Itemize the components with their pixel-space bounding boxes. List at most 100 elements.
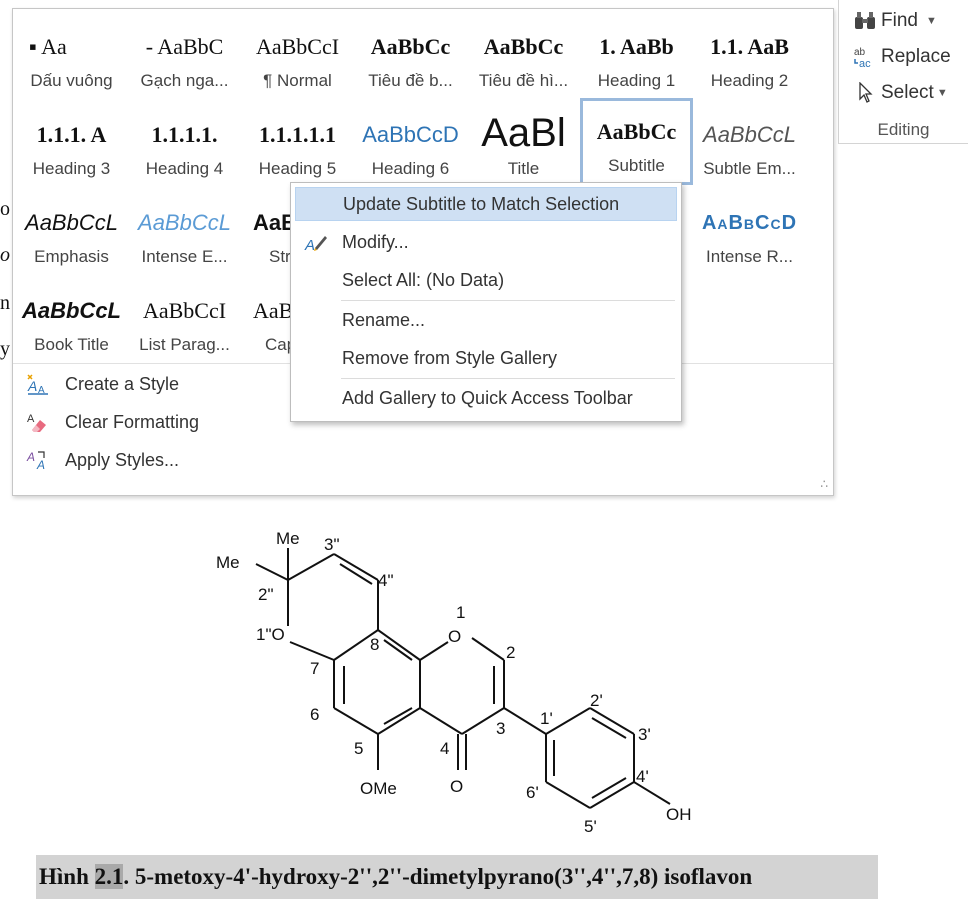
style-heading-5[interactable]: 1.1.1.1.1 Heading 5 bbox=[241, 101, 354, 188]
style-heading-2[interactable]: 1.1. AaB Heading 2 bbox=[693, 13, 806, 100]
menu-label: Select All: (No Data) bbox=[342, 269, 505, 290]
replace-button[interactable]: ab ac Replace bbox=[853, 42, 951, 72]
select-dropdown-icon[interactable]: ▼ bbox=[937, 87, 948, 99]
style-sample: 1.1. AaB bbox=[710, 34, 789, 59]
cursor-icon bbox=[853, 81, 877, 105]
select-button[interactable]: Select ▼ bbox=[853, 78, 948, 108]
apply-styles-command[interactable]: AA Apply Styles... bbox=[25, 445, 179, 475]
style-sample: - AaBbC bbox=[145, 34, 224, 59]
style-intense-emphasis[interactable]: AaBbCcL Intense E... bbox=[128, 189, 241, 276]
style-subtle-emphasis[interactable]: AaBbCcL Subtle Em... bbox=[693, 101, 806, 188]
doc-edge-text-2: o bbox=[0, 244, 10, 266]
label-1pp-oxygen: 1"O bbox=[256, 625, 285, 644]
menu-label: Rename... bbox=[342, 309, 426, 330]
style-heading-4[interactable]: 1.1.1.1. Heading 4 bbox=[128, 101, 241, 188]
style-name: ¶ Normal bbox=[263, 71, 332, 90]
label-3: 3 bbox=[496, 719, 505, 738]
style-sample: AaBbCc bbox=[596, 119, 677, 144]
find-button[interactable]: Find ▼ bbox=[853, 6, 937, 36]
menu-select-all[interactable]: Select All: (No Data) bbox=[295, 263, 677, 297]
label-4: 4 bbox=[440, 739, 449, 758]
style-title[interactable]: AaBl Title bbox=[467, 101, 580, 188]
style-name: Book Title bbox=[34, 335, 109, 354]
figure-caption[interactable]: Hình 2.1. 5-metoxy-4'-hydroxy-2'',2''-di… bbox=[36, 855, 878, 899]
svg-text:A: A bbox=[304, 237, 315, 254]
label-6: 6 bbox=[310, 705, 319, 724]
style-intense-reference[interactable]: AaBbCcD Intense R... bbox=[693, 189, 806, 276]
menu-label: Modify... bbox=[342, 231, 409, 252]
style-sample: 1.1.1. A bbox=[36, 122, 107, 147]
style-sample: AaBbCcD bbox=[701, 212, 798, 234]
create-style-command[interactable]: AA Create a Style bbox=[25, 369, 179, 399]
style-book-title[interactable]: AaBbCcL Book Title bbox=[15, 277, 128, 364]
style-name: Heading 3 bbox=[32, 159, 111, 178]
label-oh: OH bbox=[666, 805, 692, 824]
label-carbonyl-oxygen: O bbox=[450, 777, 463, 796]
style-name: List Parag... bbox=[139, 335, 230, 354]
style-gach-ngang[interactable]: - AaBbC Gạch nga... bbox=[128, 13, 241, 100]
clear-formatting-command[interactable]: A Clear Formatting bbox=[25, 407, 199, 437]
style-name: Heading 6 bbox=[371, 159, 450, 178]
style-name: Tiêu đề b... bbox=[368, 71, 453, 90]
menu-remove-from-gallery[interactable]: Remove from Style Gallery bbox=[295, 341, 677, 375]
style-heading-3[interactable]: 1.1.1. A Heading 3 bbox=[15, 101, 128, 188]
style-name: Heading 4 bbox=[145, 159, 224, 178]
style-sample: ▪ Aa bbox=[29, 34, 67, 59]
label-1: 1 bbox=[456, 603, 465, 622]
find-dropdown-icon[interactable]: ▼ bbox=[926, 15, 937, 27]
label-2pp: 2" bbox=[258, 585, 274, 604]
style-sample: AaBbCc bbox=[370, 34, 451, 59]
style-tieu-de-hinh[interactable]: AaBbCc Tiêu đề hì... bbox=[467, 13, 580, 100]
find-label: Find bbox=[881, 10, 918, 31]
style-subtitle[interactable]: AaBbCc Subtitle bbox=[580, 98, 693, 185]
menu-label: Add Gallery to Quick Access Toolbar bbox=[342, 387, 633, 408]
resize-grip-icon[interactable]: ∴ bbox=[820, 477, 828, 491]
style-name: Heading 5 bbox=[258, 159, 337, 178]
svg-text:ab: ab bbox=[854, 47, 866, 58]
menu-label: Remove from Style Gallery bbox=[342, 347, 558, 368]
style-list-paragraph[interactable]: AaBbCcI List Parag... bbox=[128, 277, 241, 364]
menu-rename[interactable]: Rename... bbox=[295, 303, 677, 337]
menu-label: Update Subtitle to Match Selection bbox=[343, 193, 620, 214]
label-oxygen-1: O bbox=[448, 627, 461, 646]
editing-group: Find ▼ ab ac Replace Select ▼ Editing bbox=[838, 0, 968, 144]
menu-add-gallery-to-qat[interactable]: Add Gallery to Quick Access Toolbar bbox=[295, 381, 677, 415]
label-6p: 6' bbox=[526, 783, 539, 802]
label-me-top: Me bbox=[276, 529, 300, 548]
style-name: Intense R... bbox=[706, 247, 793, 266]
style-sample: AaBbCcL bbox=[703, 122, 796, 147]
clear-formatting-label: Clear Formatting bbox=[65, 411, 200, 432]
style-heading-6[interactable]: AaBbCcD Heading 6 bbox=[354, 101, 467, 188]
editing-group-label: Editing bbox=[877, 120, 930, 139]
label-5: 5 bbox=[354, 739, 363, 758]
style-emphasis[interactable]: AaBbCcL Emphasis bbox=[15, 189, 128, 276]
style-heading-1[interactable]: 1. AaBb Heading 1 bbox=[580, 13, 693, 100]
modify-style-icon: A bbox=[303, 229, 329, 255]
menu-separator bbox=[341, 300, 675, 301]
svg-text:ac: ac bbox=[859, 58, 871, 69]
svg-text:A: A bbox=[27, 378, 37, 394]
style-sample: AaBbCcI bbox=[142, 298, 227, 323]
doc-edge-text-1: o bbox=[0, 198, 10, 220]
isoflavone-structure: Me Me 2" 3" 4" 1"O 8 O 1 2 7 6 5 4 3 O O… bbox=[216, 529, 692, 836]
style-sample: 1.1.1.1.1 bbox=[259, 122, 336, 147]
doc-edge-text-4: y bbox=[0, 338, 10, 360]
menu-modify[interactable]: A Modify... bbox=[295, 225, 677, 259]
style-name: Emphasis bbox=[34, 247, 109, 266]
replace-label: Replace bbox=[881, 46, 951, 67]
label-2p: 2' bbox=[590, 691, 603, 710]
style-sample: AaBbCcD bbox=[362, 122, 459, 147]
style-sample: AaBbCcL bbox=[138, 210, 231, 235]
caption-number: 2.1 bbox=[94, 864, 124, 889]
label-3p: 3' bbox=[638, 725, 651, 744]
label-2: 2 bbox=[506, 643, 515, 662]
style-sample: AaBbCc bbox=[483, 34, 564, 59]
label-1p: 1' bbox=[540, 709, 553, 728]
menu-separator bbox=[341, 378, 675, 379]
style-dau-vuong[interactable]: ▪ Aa Dấu vuông bbox=[15, 13, 128, 100]
menu-update-subtitle[interactable]: Update Subtitle to Match Selection bbox=[295, 187, 677, 221]
style-tieu-de-bang[interactable]: AaBbCc Tiêu đề b... bbox=[354, 13, 467, 100]
label-8: 8 bbox=[370, 635, 379, 654]
style-normal[interactable]: AaBbCcI ¶ Normal bbox=[241, 13, 354, 100]
doc-edge-text-3: n bbox=[0, 292, 10, 314]
